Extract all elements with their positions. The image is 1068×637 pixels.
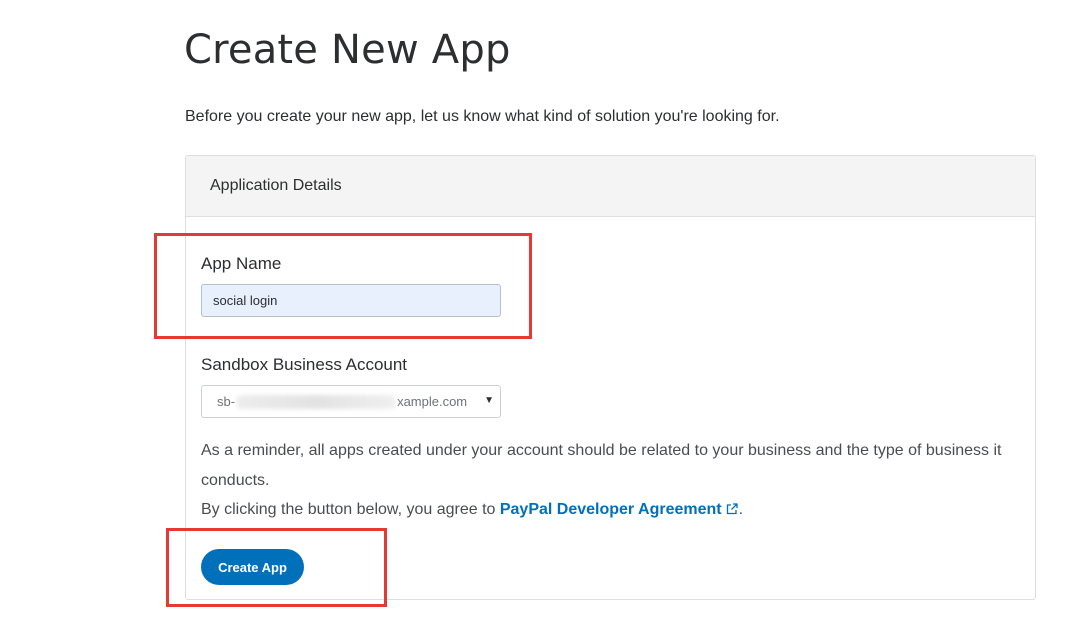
sandbox-account-select[interactable]: sb-xample.com ▼ — [201, 385, 501, 418]
app-name-label: App Name — [201, 254, 282, 273]
developer-agreement-link-text: PayPal Developer Agreement — [499, 501, 722, 518]
agreement-prefix: By clicking the button below, you agree … — [201, 501, 500, 518]
app-name-input[interactable] — [201, 284, 501, 317]
page-title: Create New App — [184, 27, 511, 73]
agreement-suffix: . — [738, 501, 744, 518]
panel-header: Application Details — [186, 156, 1035, 217]
reminder-text: As a reminder, all apps created under yo… — [201, 442, 1002, 489]
external-link-icon — [725, 497, 739, 527]
sandbox-account-prefix: sb- — [217, 393, 236, 409]
agreement-text: By clicking the button below, you agree … — [201, 495, 743, 527]
sandbox-account-suffix: xample.com — [397, 393, 468, 409]
sandbox-account-label: Sandbox Business Account — [201, 355, 408, 374]
create-app-button[interactable]: Create App — [201, 549, 304, 585]
developer-agreement-link[interactable]: PayPal Developer Agreement — [500, 501, 739, 518]
intro-text: Before you create your new app, let us k… — [185, 108, 780, 125]
chevron-down-icon: ▼ — [484, 395, 494, 406]
sandbox-account-value: sb-xample.com — [217, 394, 467, 410]
application-details-panel: Application Details App Name Sandbox Bus… — [185, 155, 1036, 600]
panel-header-title: Application Details — [210, 177, 342, 194]
redacted-region — [236, 395, 397, 410]
